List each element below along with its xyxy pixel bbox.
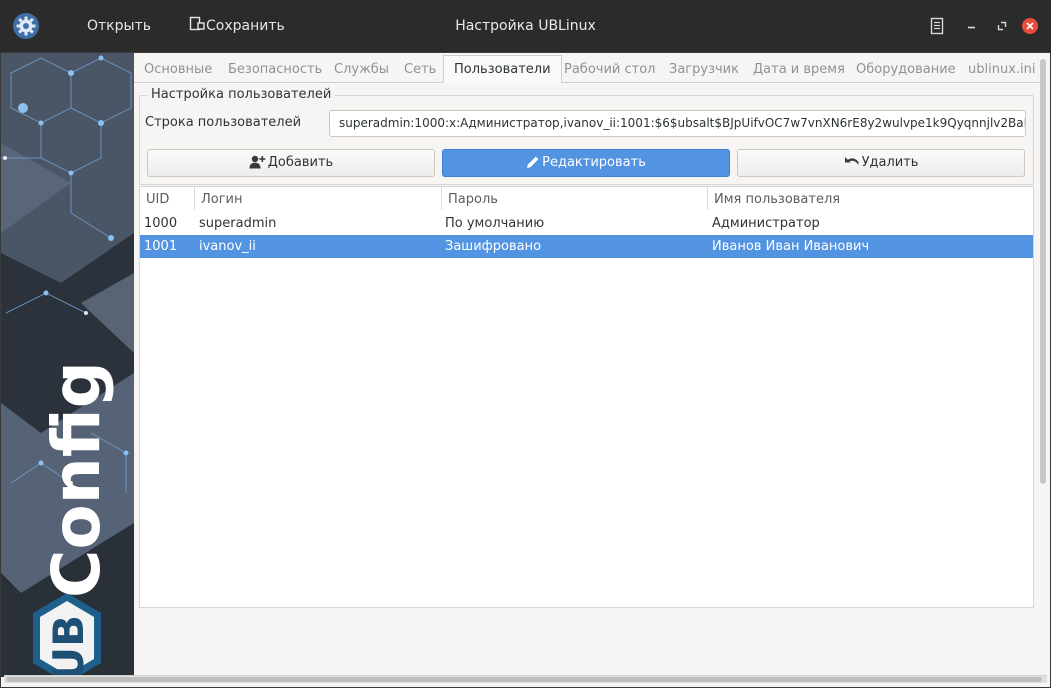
- cell-username: Администратор: [712, 216, 820, 231]
- tab-users[interactable]: Пользователи: [443, 55, 562, 83]
- sidebar-banner: Config UB: [1, 53, 134, 677]
- gear-icon[interactable]: [12, 12, 40, 40]
- column-header-username[interactable]: Имя пользователя: [707, 187, 1033, 210]
- delete-user-button[interactable]: Удалить: [737, 149, 1025, 177]
- add-user-label: Добавить: [267, 155, 334, 170]
- maximize-icon[interactable]: [993, 17, 1011, 35]
- cell-password: По умолчанию: [445, 216, 545, 231]
- tab-network[interactable]: Сеть: [404, 56, 436, 83]
- horizontal-scrollbar-thumb[interactable]: [6, 677, 1042, 682]
- users-table[interactable]: UID Логин Пароль Имя пользователя 1000 s…: [139, 186, 1034, 608]
- ubconfig-banner-graphic: Config UB: [1, 53, 134, 677]
- banner-logo-mark: UB: [44, 615, 93, 677]
- title-bar: Открыть Сохранить Настройка UBLinux: [0, 0, 1051, 52]
- save-icon: [189, 16, 205, 31]
- tab-desktop[interactable]: Рабочий стол: [564, 56, 655, 83]
- column-header-uid[interactable]: UID: [140, 187, 194, 210]
- content-area: Основные Безопасность Службы Сеть Пользо…: [134, 53, 1050, 687]
- frame-title: Настройка пользователей: [147, 87, 336, 102]
- column-header-login[interactable]: Логин: [194, 187, 441, 210]
- delete-user-label: Удалить: [861, 155, 919, 170]
- edit-user-button[interactable]: Редактировать: [442, 149, 730, 177]
- cell-login: superadmin: [199, 216, 277, 231]
- cell-username: Иванов Иван Иванович: [712, 239, 870, 254]
- tab-security[interactable]: Безопасность: [228, 56, 322, 83]
- tab-hardware[interactable]: Оборудование: [856, 56, 956, 83]
- add-user-button[interactable]: Добавить: [147, 149, 435, 177]
- undo-icon: [844, 156, 859, 165]
- table-header: UID Логин Пароль Имя пользователя: [140, 187, 1033, 210]
- banner-logo-text: Config: [38, 361, 115, 598]
- edit-user-label: Редактировать: [542, 155, 646, 170]
- vertical-scrollbar[interactable]: [1040, 59, 1046, 484]
- tab-basic[interactable]: Основные: [144, 56, 212, 83]
- tab-bootloader[interactable]: Загрузчик: [669, 56, 739, 83]
- horizontal-scrollbar[interactable]: [4, 675, 1047, 683]
- cell-uid: 1001: [144, 239, 178, 254]
- document-icon[interactable]: [928, 17, 946, 35]
- table-row-selected[interactable]: 1001 ivanov_ii Зашифровано Иванов Иван И…: [140, 235, 1033, 258]
- column-header-password[interactable]: Пароль: [441, 187, 707, 210]
- users-string-input[interactable]: superadmin:1000:x:Администратор,ivanov_i…: [329, 110, 1026, 137]
- save-button[interactable]: Сохранить: [189, 0, 285, 52]
- window-title: Настройка UBLinux: [455, 18, 596, 34]
- tab-bar: Основные Безопасность Службы Сеть Пользо…: [134, 53, 1040, 83]
- minimize-icon[interactable]: [963, 17, 981, 35]
- open-button[interactable]: Открыть: [87, 0, 151, 52]
- main-window: Config UB Основные Безопасность Службы С…: [0, 52, 1051, 688]
- tab-ublinux-ini[interactable]: ublinux.ini: [968, 56, 1035, 83]
- close-icon[interactable]: [1021, 17, 1039, 35]
- users-string-label: Строка пользователей: [145, 115, 302, 130]
- cell-password: Зашифровано: [445, 239, 542, 254]
- pencil-icon: [527, 156, 539, 168]
- table-row[interactable]: 1000 superadmin По умолчанию Администрат…: [140, 212, 1033, 235]
- save-label: Сохранить: [206, 18, 285, 34]
- add-user-icon: [249, 155, 266, 168]
- tab-services[interactable]: Службы: [334, 56, 389, 83]
- cell-uid: 1000: [144, 216, 178, 231]
- tab-datetime[interactable]: Дата и время: [753, 56, 845, 83]
- cell-login: ivanov_ii: [199, 239, 256, 254]
